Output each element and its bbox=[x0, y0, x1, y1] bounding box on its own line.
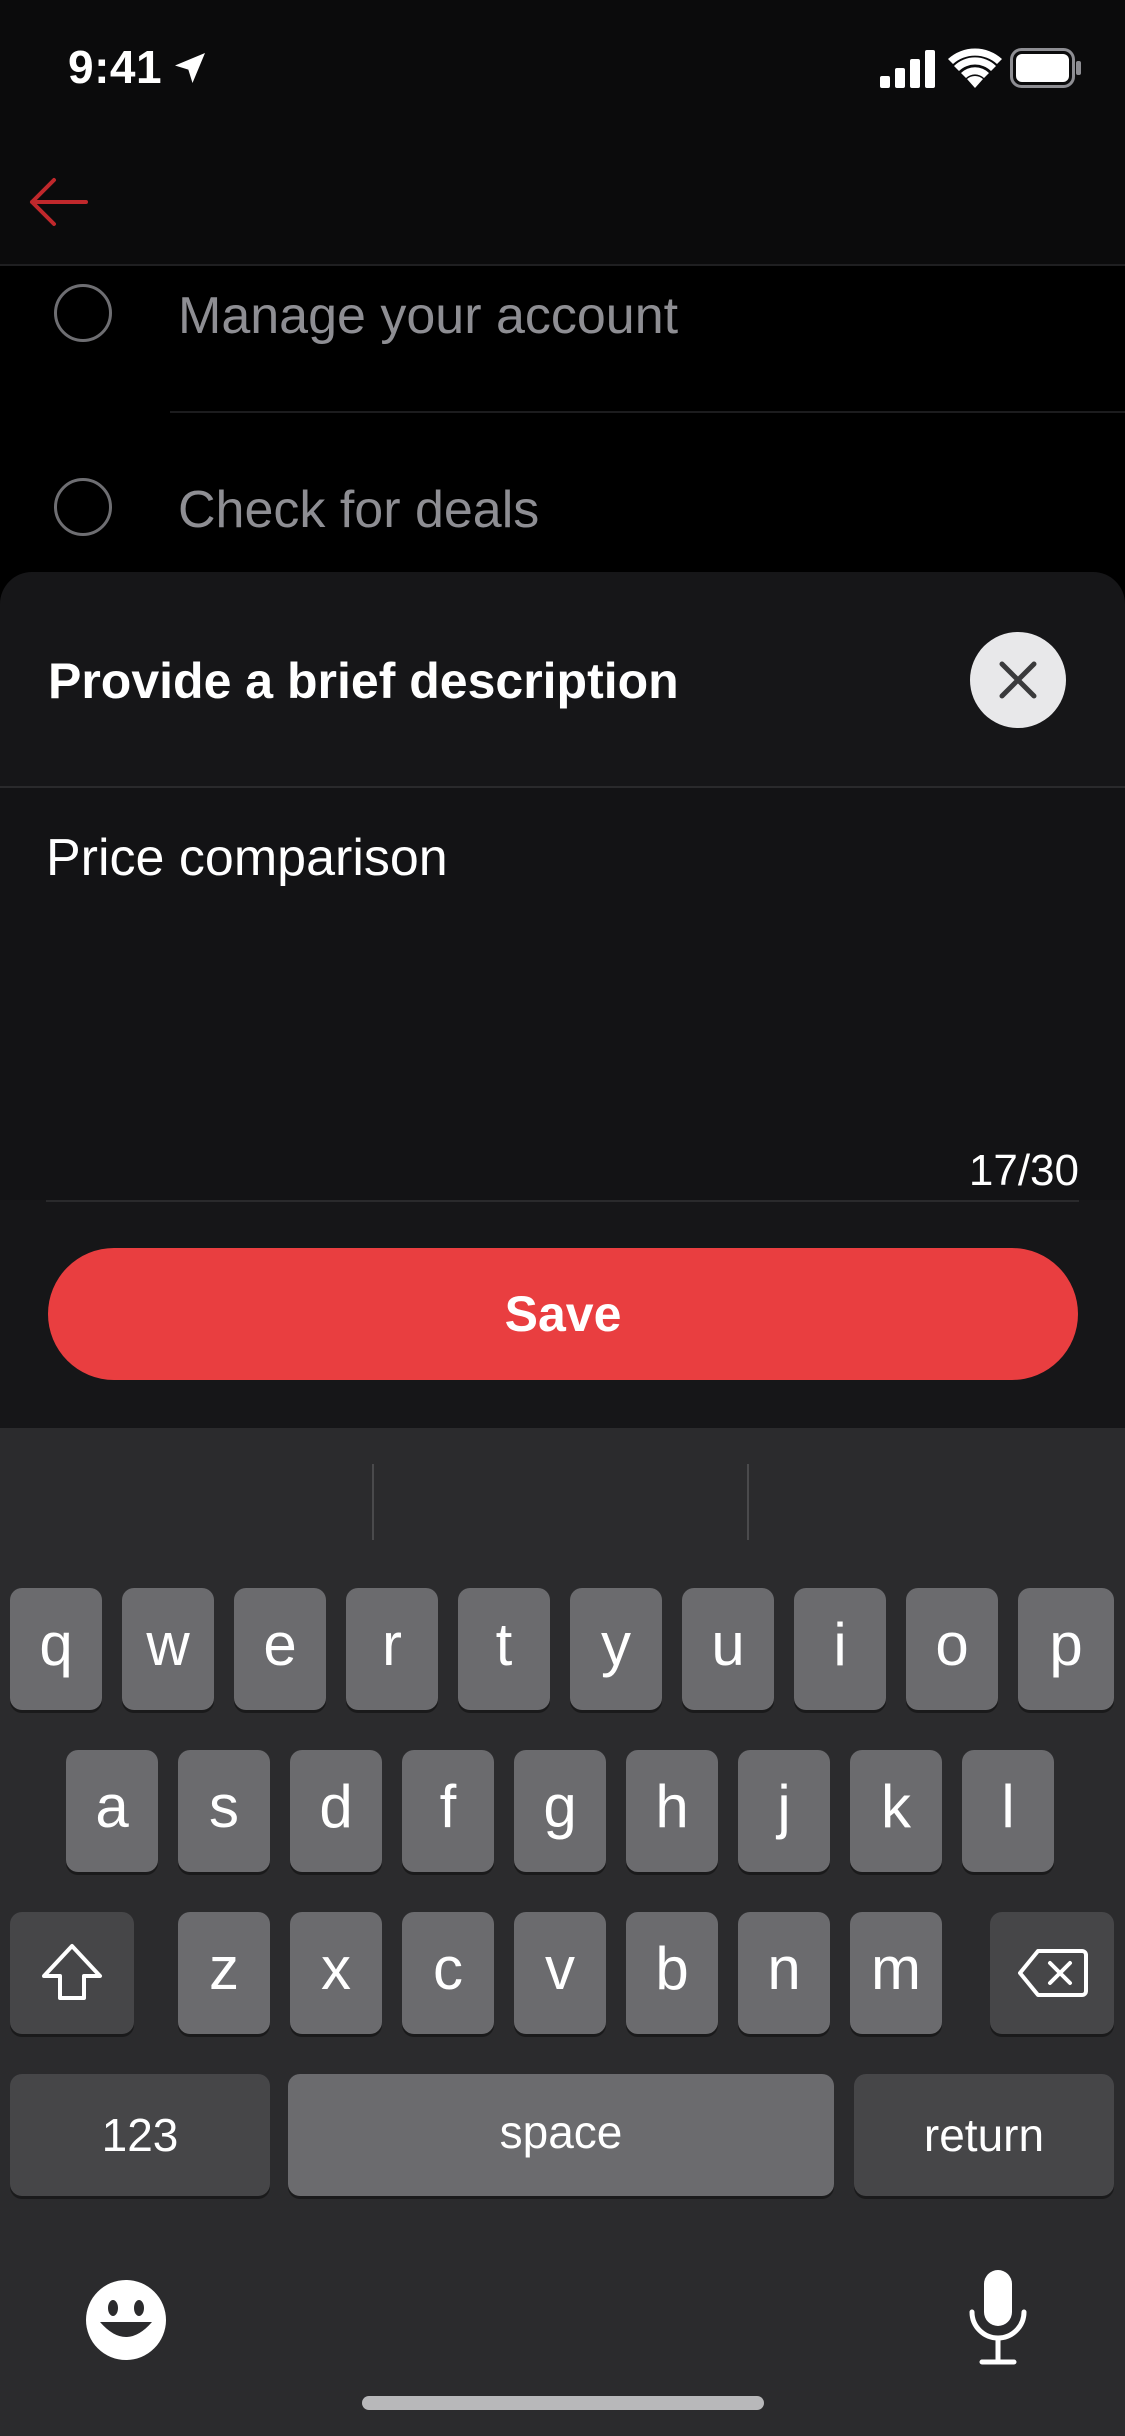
sheet-title: Provide a brief description bbox=[48, 653, 679, 709]
key-w[interactable]: w bbox=[122, 1588, 214, 1710]
key-o[interactable]: o bbox=[906, 1588, 998, 1710]
key-n[interactable]: n bbox=[738, 1912, 830, 2034]
microphone-icon[interactable] bbox=[964, 2268, 1032, 2368]
status-time: 9:41 bbox=[68, 41, 163, 93]
delete-key[interactable] bbox=[990, 1912, 1114, 2034]
key-k[interactable]: k bbox=[850, 1750, 942, 1872]
character-count: 17/30 bbox=[968, 1146, 1079, 1195]
suggestion-divider bbox=[747, 1464, 749, 1540]
cellular-signal-icon bbox=[880, 50, 935, 88]
list-item[interactable]: Manage your account bbox=[0, 266, 1125, 396]
list-item-label: Check for deals bbox=[178, 481, 540, 539]
key-m[interactable]: m bbox=[850, 1912, 942, 2034]
nav-bar bbox=[0, 140, 1125, 266]
option-list: Manage your account Check for deals bbox=[0, 266, 1125, 576]
backspace-icon bbox=[1018, 1949, 1088, 1997]
key-j[interactable]: j bbox=[738, 1750, 830, 1872]
key-q[interactable]: q bbox=[10, 1588, 102, 1710]
wifi-icon bbox=[948, 48, 1002, 88]
key-s[interactable]: s bbox=[178, 1750, 270, 1872]
back-arrow-icon[interactable] bbox=[26, 174, 90, 230]
numbers-key[interactable]: 123 bbox=[10, 2074, 270, 2196]
description-input-value: Price comparison bbox=[46, 829, 448, 887]
keyboard: q w e r t y u i o p a s d f g h j k l z … bbox=[0, 1428, 1125, 2436]
key-v[interactable]: v bbox=[514, 1912, 606, 2034]
key-b[interactable]: b bbox=[626, 1912, 718, 2034]
space-key[interactable]: space bbox=[288, 2074, 834, 2196]
key-a[interactable]: a bbox=[66, 1750, 158, 1872]
shift-icon bbox=[42, 1944, 102, 2000]
return-key[interactable]: return bbox=[854, 2074, 1114, 2196]
shift-key[interactable] bbox=[10, 1912, 134, 2034]
list-item-label: Manage your account bbox=[178, 287, 679, 345]
battery-icon bbox=[1010, 48, 1081, 88]
emoji-icon[interactable] bbox=[84, 2278, 168, 2362]
suggestion-divider bbox=[372, 1464, 374, 1540]
close-icon bbox=[999, 661, 1037, 699]
close-button[interactable] bbox=[970, 632, 1066, 728]
key-r[interactable]: r bbox=[346, 1588, 438, 1710]
home-indicator bbox=[362, 2396, 764, 2410]
key-e[interactable]: e bbox=[234, 1588, 326, 1710]
key-z[interactable]: z bbox=[178, 1912, 270, 2034]
key-l[interactable]: l bbox=[962, 1750, 1054, 1872]
location-arrow-icon bbox=[175, 53, 205, 83]
description-input[interactable]: Price comparison 17/30 bbox=[0, 788, 1125, 1200]
save-button-label: Save bbox=[504, 1286, 622, 1342]
key-y[interactable]: y bbox=[570, 1588, 662, 1710]
key-g[interactable]: g bbox=[514, 1750, 606, 1872]
radio-button[interactable] bbox=[54, 478, 112, 536]
key-t[interactable]: t bbox=[458, 1588, 550, 1710]
key-d[interactable]: d bbox=[290, 1750, 382, 1872]
input-underline bbox=[46, 1200, 1079, 1202]
key-x[interactable]: x bbox=[290, 1912, 382, 2034]
status-bar: 9:41 bbox=[0, 0, 1125, 140]
key-p[interactable]: p bbox=[1018, 1588, 1114, 1710]
list-divider bbox=[170, 411, 1125, 413]
key-i[interactable]: i bbox=[794, 1588, 886, 1710]
key-c[interactable]: c bbox=[402, 1912, 494, 2034]
key-h[interactable]: h bbox=[626, 1750, 718, 1872]
save-button[interactable]: Save bbox=[48, 1248, 1078, 1380]
radio-button[interactable] bbox=[54, 284, 112, 342]
key-u[interactable]: u bbox=[682, 1588, 774, 1710]
key-f[interactable]: f bbox=[402, 1750, 494, 1872]
